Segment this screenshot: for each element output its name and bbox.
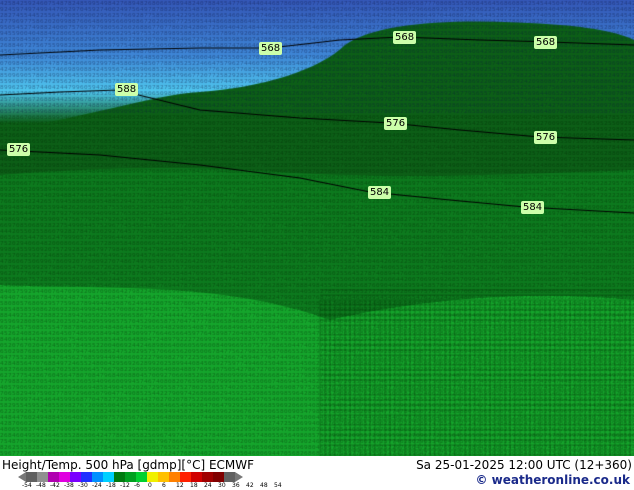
legend-tick-label: 18 bbox=[190, 482, 198, 489]
legend-swatch bbox=[191, 472, 202, 482]
legend-tick-label: -42 bbox=[50, 482, 60, 489]
contour-label-584-b: 584 bbox=[521, 201, 545, 214]
contour-label-588: 588 bbox=[115, 83, 139, 96]
contour-label-576-a: 576 bbox=[384, 117, 408, 130]
legend-swatch bbox=[202, 472, 213, 482]
legend-tick-label: 42 bbox=[246, 482, 254, 489]
legend-swatch bbox=[136, 472, 147, 482]
legend-tick-label: -18 bbox=[106, 482, 116, 489]
legend-arrow-left-icon bbox=[18, 472, 26, 482]
copyright-link[interactable]: © weatheronline.co.uk bbox=[475, 473, 630, 487]
legend-swatch bbox=[26, 472, 37, 482]
contour-label-568-a: 568 bbox=[259, 42, 283, 55]
contour-label-568-b: 568 bbox=[393, 31, 417, 44]
legend-tick-label: 0 bbox=[148, 482, 152, 489]
legend-swatch bbox=[103, 472, 114, 482]
legend-tick-label: -48 bbox=[36, 482, 46, 489]
legend-swatch bbox=[224, 472, 235, 482]
legend-swatch bbox=[125, 472, 136, 482]
legend-tick-label: -38 bbox=[64, 482, 74, 489]
legend-swatch bbox=[92, 472, 103, 482]
legend-swatch bbox=[213, 472, 224, 482]
legend-swatch bbox=[169, 472, 180, 482]
weather-map[interactable] bbox=[0, 0, 634, 456]
legend-tick-label: -6 bbox=[134, 482, 140, 489]
legend-swatch bbox=[158, 472, 169, 482]
forecast-datetime: Sa 25-01-2025 12:00 UTC (12+360) bbox=[416, 458, 632, 472]
legend-swatch bbox=[180, 472, 191, 482]
contour-label-568-c: 568 bbox=[534, 36, 558, 49]
legend-tick-label: -12 bbox=[120, 482, 130, 489]
legend-tick-label: 36 bbox=[232, 482, 240, 489]
legend-swatch bbox=[59, 472, 70, 482]
legend-tick-label: 54 bbox=[274, 482, 282, 489]
legend-swatch bbox=[37, 472, 48, 482]
legend-tick-label: 6 bbox=[162, 482, 166, 489]
legend-swatch bbox=[114, 472, 125, 482]
legend-tick-label: 48 bbox=[260, 482, 268, 489]
map-stage: 568 568 568 588 576 576 576 584 584 Heig… bbox=[0, 0, 634, 490]
legend-tick-label: 12 bbox=[176, 482, 184, 489]
legend-swatch bbox=[81, 472, 92, 482]
contour-label-576-b: 576 bbox=[534, 131, 558, 144]
legend-tick-label: 30 bbox=[218, 482, 226, 489]
legend-tick-label: -30 bbox=[78, 482, 88, 489]
legend-swatch bbox=[48, 472, 59, 482]
legend-tick-label: 24 bbox=[204, 482, 212, 489]
legend-tick-label: -54 bbox=[22, 482, 32, 489]
contour-label-584-a: 584 bbox=[368, 186, 392, 199]
legend-arrow-right-icon bbox=[235, 472, 243, 482]
contour-label-576-c: 576 bbox=[7, 143, 31, 156]
map-title: Height/Temp. 500 hPa [gdmp][°C] ECMWF bbox=[2, 458, 255, 472]
legend-swatch bbox=[70, 472, 81, 482]
legend-tick-label: -24 bbox=[92, 482, 102, 489]
temperature-legend-bar bbox=[26, 472, 235, 482]
legend-swatch bbox=[147, 472, 158, 482]
